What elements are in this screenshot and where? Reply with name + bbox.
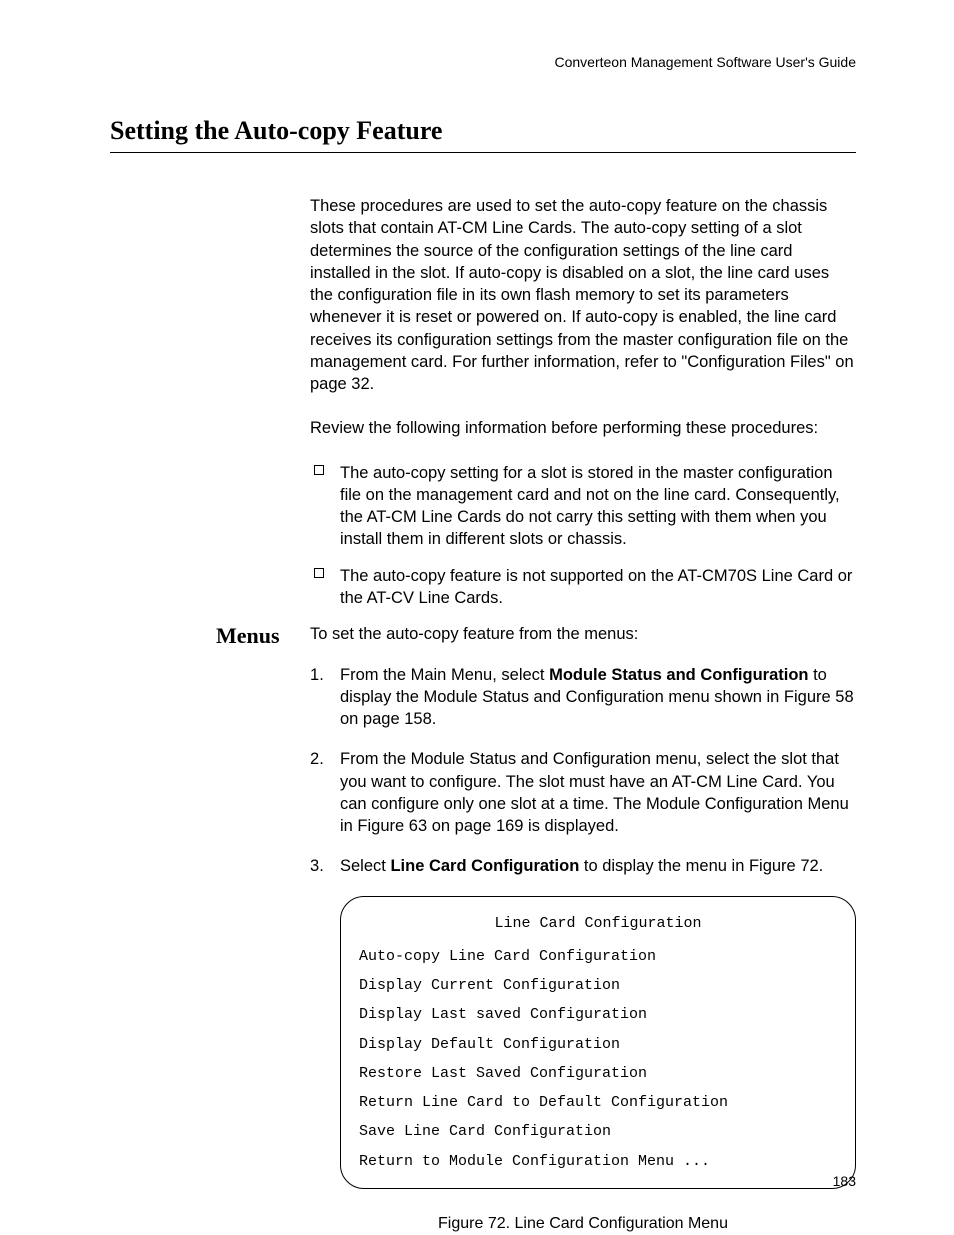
step-text: From the Main Menu, select — [340, 666, 549, 684]
menu-box-item: Restore Last Saved Configuration — [359, 1059, 837, 1088]
bullet-text: The auto-copy setting for a slot is stor… — [340, 464, 840, 549]
menu-box-title: Line Card Configuration — [359, 909, 837, 938]
step-item: Select Line Card Configuration to displa… — [310, 855, 856, 877]
doc-header-title: Converteon Management Software User's Gu… — [110, 54, 856, 70]
bullet-list: The auto-copy setting for a slot is stor… — [310, 462, 856, 610]
step-item: From the Module Status and Configuration… — [310, 748, 856, 837]
menus-heading: Menus — [216, 623, 280, 649]
menu-terminal-box: Line Card Configuration Auto-copy Line C… — [340, 896, 856, 1189]
menu-box-item: Auto-copy Line Card Configuration — [359, 942, 837, 971]
menu-box-item: Display Last saved Configuration — [359, 1000, 837, 1029]
review-line: Review the following information before … — [310, 417, 856, 439]
step-text: to display the menu in Figure 72. — [579, 857, 823, 875]
bullet-marker-icon — [314, 465, 324, 475]
menu-box-item: Return to Module Configuration Menu ... — [359, 1147, 837, 1176]
section-title: Setting the Auto-copy Feature — [110, 116, 856, 153]
menu-box-item: Save Line Card Configuration — [359, 1117, 837, 1146]
page-number: 183 — [833, 1173, 856, 1189]
bullet-item: The auto-copy feature is not supported o… — [310, 565, 856, 610]
step-text: From the Module Status and Configuration… — [340, 750, 849, 835]
menu-box-item: Display Current Configuration — [359, 971, 837, 1000]
bullet-text: The auto-copy feature is not supported o… — [340, 567, 852, 607]
figure-caption: Figure 72. Line Card Configuration Menu — [310, 1215, 856, 1233]
intro-paragraph: These procedures are used to set the aut… — [310, 195, 856, 395]
menu-box-item: Return Line Card to Default Configuratio… — [359, 1088, 837, 1117]
bullet-marker-icon — [314, 568, 324, 578]
menus-lead: To set the auto-copy feature from the me… — [310, 623, 856, 645]
step-item: From the Main Menu, select Module Status… — [310, 664, 856, 731]
step-bold: Line Card Configuration — [390, 857, 579, 875]
menu-box-item: Display Default Configuration — [359, 1030, 837, 1059]
step-bold: Module Status and Configuration — [549, 666, 808, 684]
bullet-item: The auto-copy setting for a slot is stor… — [310, 462, 856, 551]
step-text: Select — [340, 857, 390, 875]
steps-list: From the Main Menu, select Module Status… — [310, 664, 856, 878]
